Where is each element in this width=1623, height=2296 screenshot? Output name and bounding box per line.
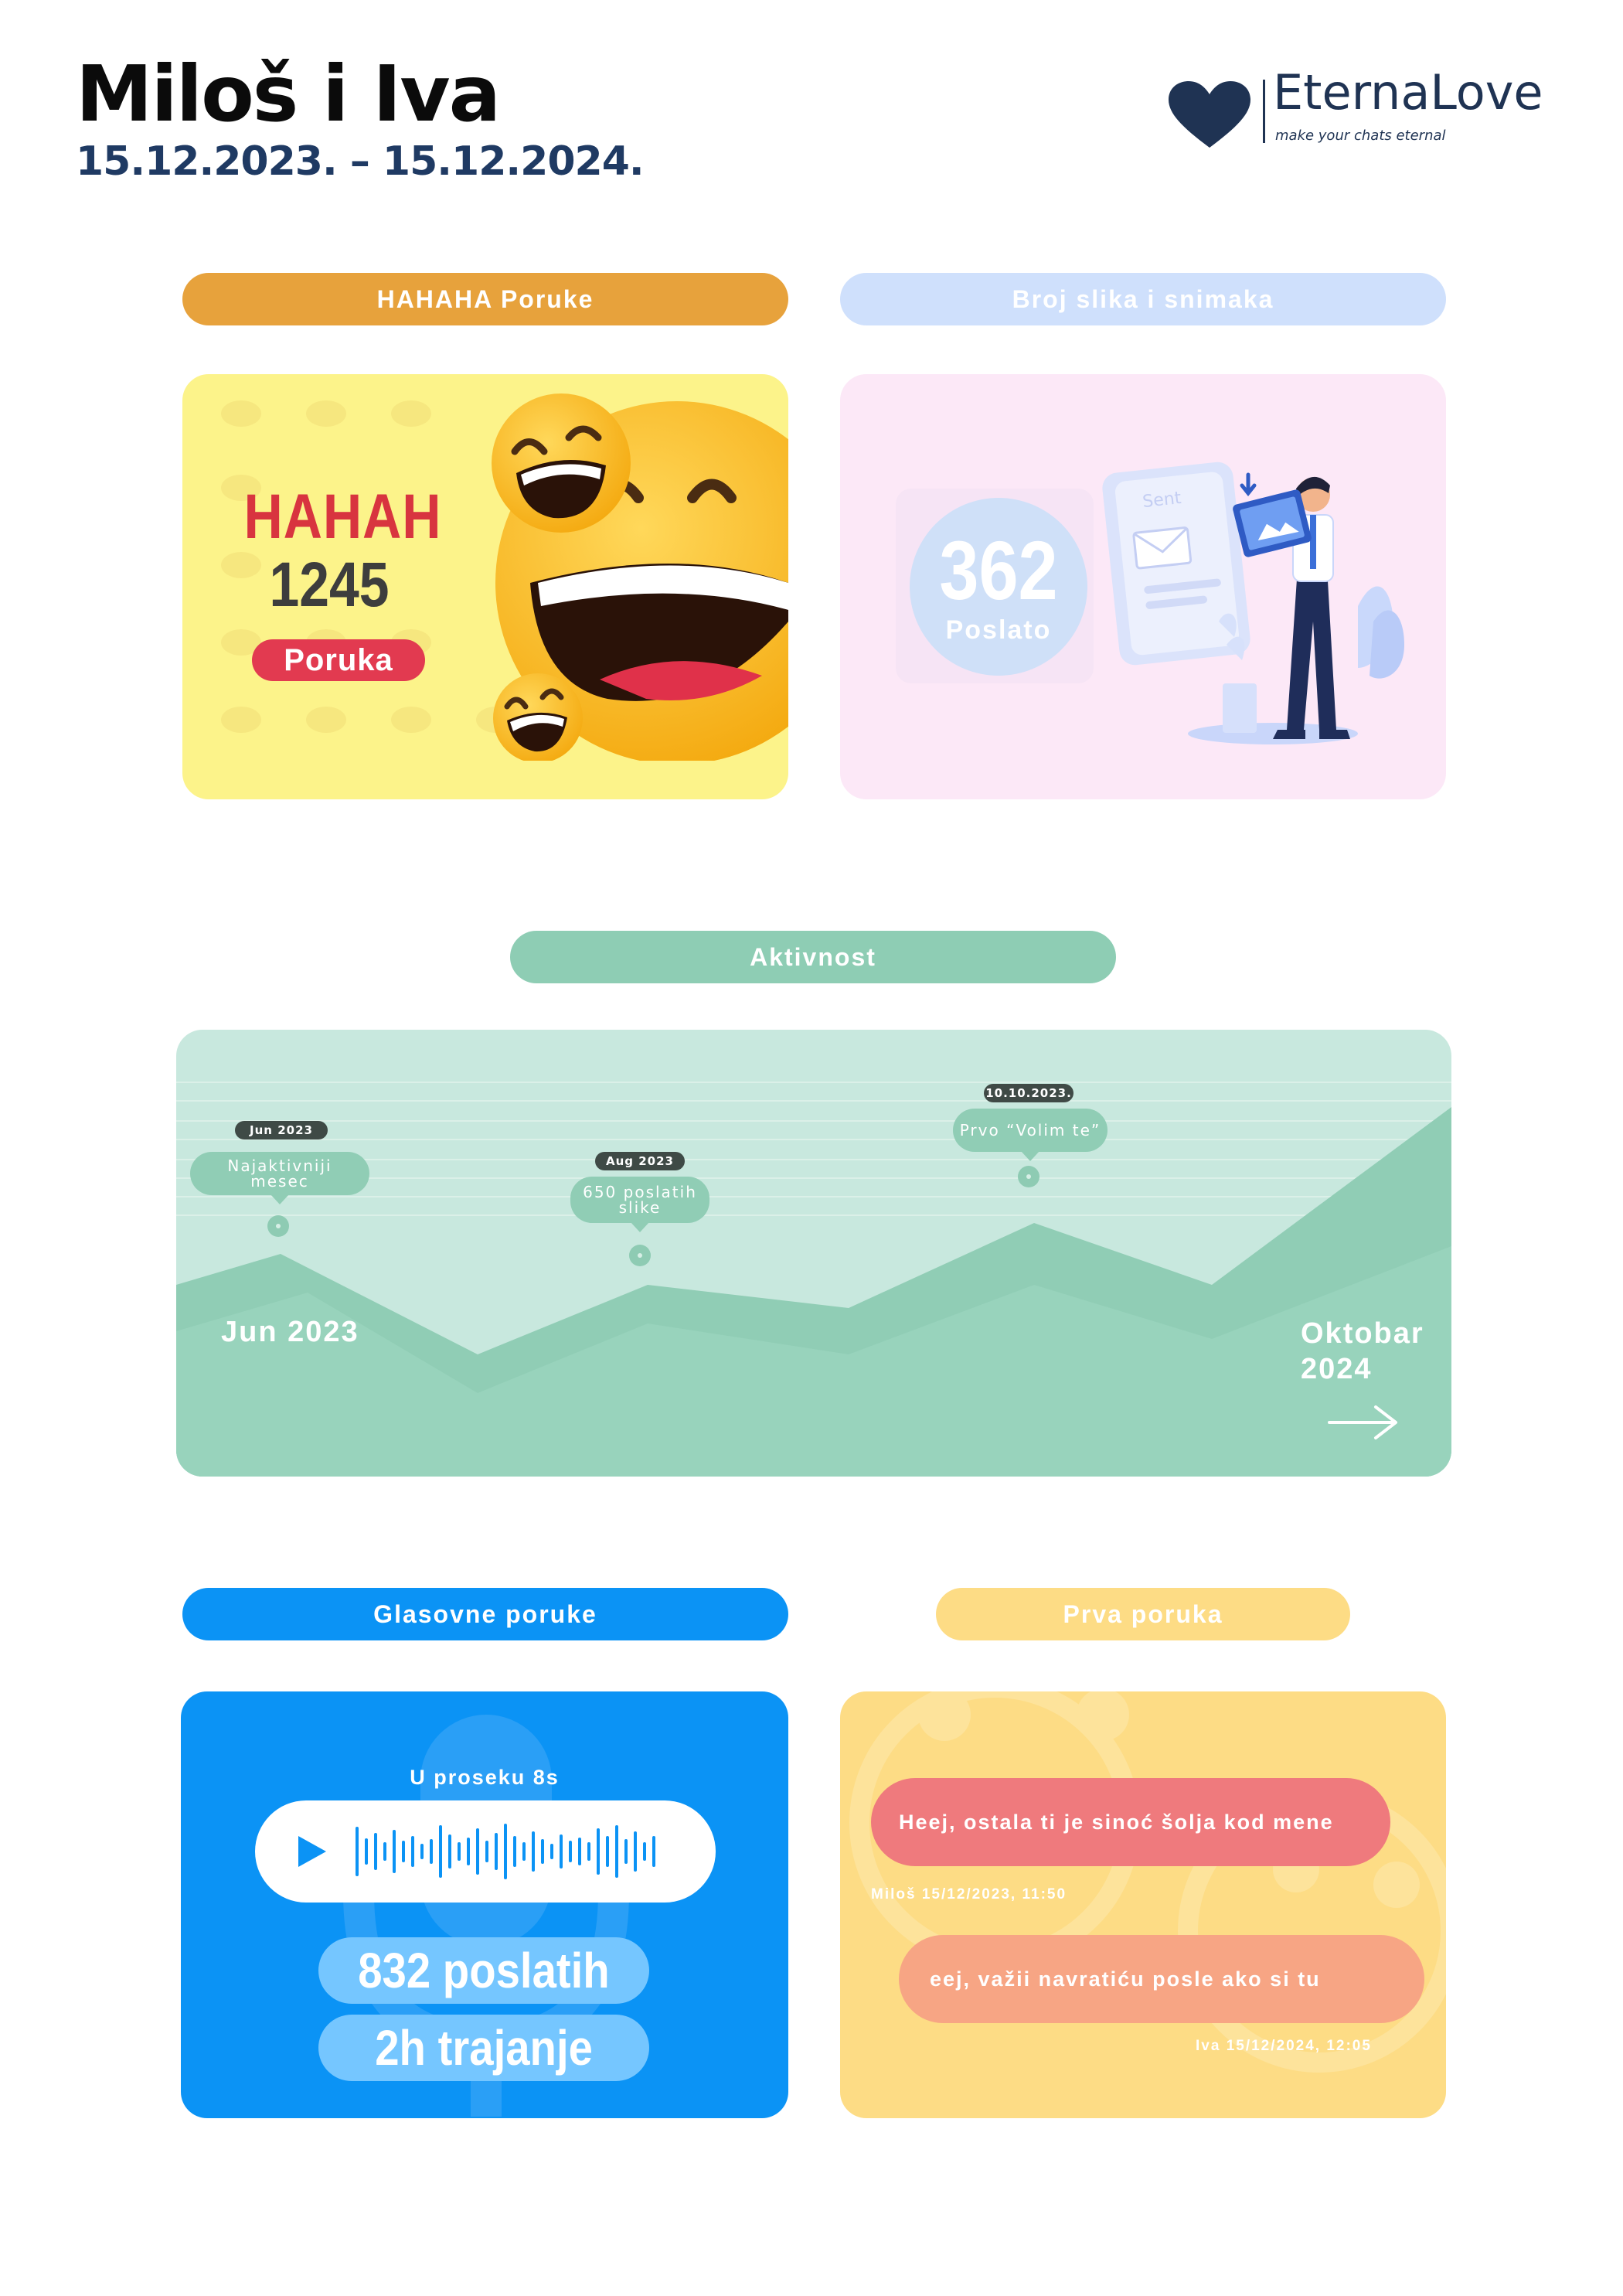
voice-total-duration: 2h trajanje	[318, 2015, 649, 2081]
brand-name: EternaLove	[1273, 64, 1543, 121]
marker-dot	[629, 1245, 651, 1266]
first-message-card: Heej, ostala ti je sinoć šolja kod mene …	[840, 1691, 1446, 2118]
chat-message-bubble: Heej, ostala ti je sinoć šolja kod mene	[871, 1778, 1390, 1866]
chat-message-bubble: eej, važii navratiću posle ako si tu	[899, 1935, 1424, 2023]
activity-section-label: Aktivnost	[510, 931, 1116, 983]
haha-card: HAHAH 1245 Poruka	[182, 374, 788, 799]
laughing-emoji-icon	[492, 393, 788, 761]
chat-message-meta: Miloš 15/12/2023, 11:50	[871, 1886, 1067, 1903]
play-icon[interactable]	[295, 1833, 329, 1870]
sending-photo-illustration-icon: Sent	[1102, 462, 1404, 744]
marker-dot	[1018, 1166, 1039, 1187]
logo-divider	[1263, 80, 1265, 143]
voice-card: U proseku 8s 832 poslatih 2h trajanje	[181, 1691, 788, 2118]
brand-logo: EternaLove make your chats eternal	[1167, 69, 1553, 151]
voice-duration-text: 2h trajanje	[375, 2020, 593, 2076]
marker-label: Prvo “Volim te”	[953, 1109, 1108, 1152]
page-title: Miloš i Iva	[76, 49, 501, 139]
activity-card: Jun 2023 Najaktivniji mesec Aug 2023 650…	[176, 1030, 1451, 1477]
brand-tagline: make your chats eternal	[1275, 128, 1446, 144]
date-range: 15.12.2023. – 15.12.2024.	[76, 138, 645, 185]
media-count: 362	[939, 523, 1058, 617]
waveform-icon	[356, 1824, 655, 1879]
heart-icon	[1169, 81, 1250, 148]
sent-illustration-label: Sent	[1142, 489, 1182, 512]
media-card: 362 Poslato Sent	[840, 374, 1446, 799]
marker-date: 10.10.2023.	[984, 1084, 1073, 1102]
marker-date: Jun 2023	[235, 1121, 328, 1139]
voice-section-label: Glasovne poruke	[182, 1588, 788, 1640]
voice-sent-text: 832 poslatih	[358, 1943, 610, 1998]
marker-label: Najaktivniji mesec	[190, 1152, 369, 1195]
activity-chart	[176, 1082, 1451, 1477]
haha-word: HAHAH	[243, 482, 442, 552]
chat-message-meta: Iva 15/12/2024, 12:05	[1196, 2038, 1372, 2054]
media-section-label: Broj slika i snimaka	[840, 273, 1446, 325]
voice-message-player[interactable]	[255, 1800, 716, 1903]
media-count-label: Poslato	[945, 615, 1052, 645]
activity-end-label: Oktobar 2024	[1301, 1317, 1424, 1385]
voice-average-duration: U proseku 8s	[410, 1766, 560, 1789]
marker-date: Aug 2023	[595, 1152, 685, 1170]
marker-dot	[267, 1215, 289, 1237]
voice-sent-count: 832 poslatih	[318, 1937, 649, 2004]
first-message-section-label: Prva poruka	[936, 1588, 1350, 1640]
haha-section-label: HAHAHA Poruke	[182, 273, 788, 325]
haha-count: 1245	[269, 550, 390, 620]
haha-label-badge: Poruka	[252, 639, 425, 681]
activity-start-label: Jun 2023	[221, 1316, 359, 1348]
marker-label: 650 poslatih slike	[570, 1177, 709, 1223]
